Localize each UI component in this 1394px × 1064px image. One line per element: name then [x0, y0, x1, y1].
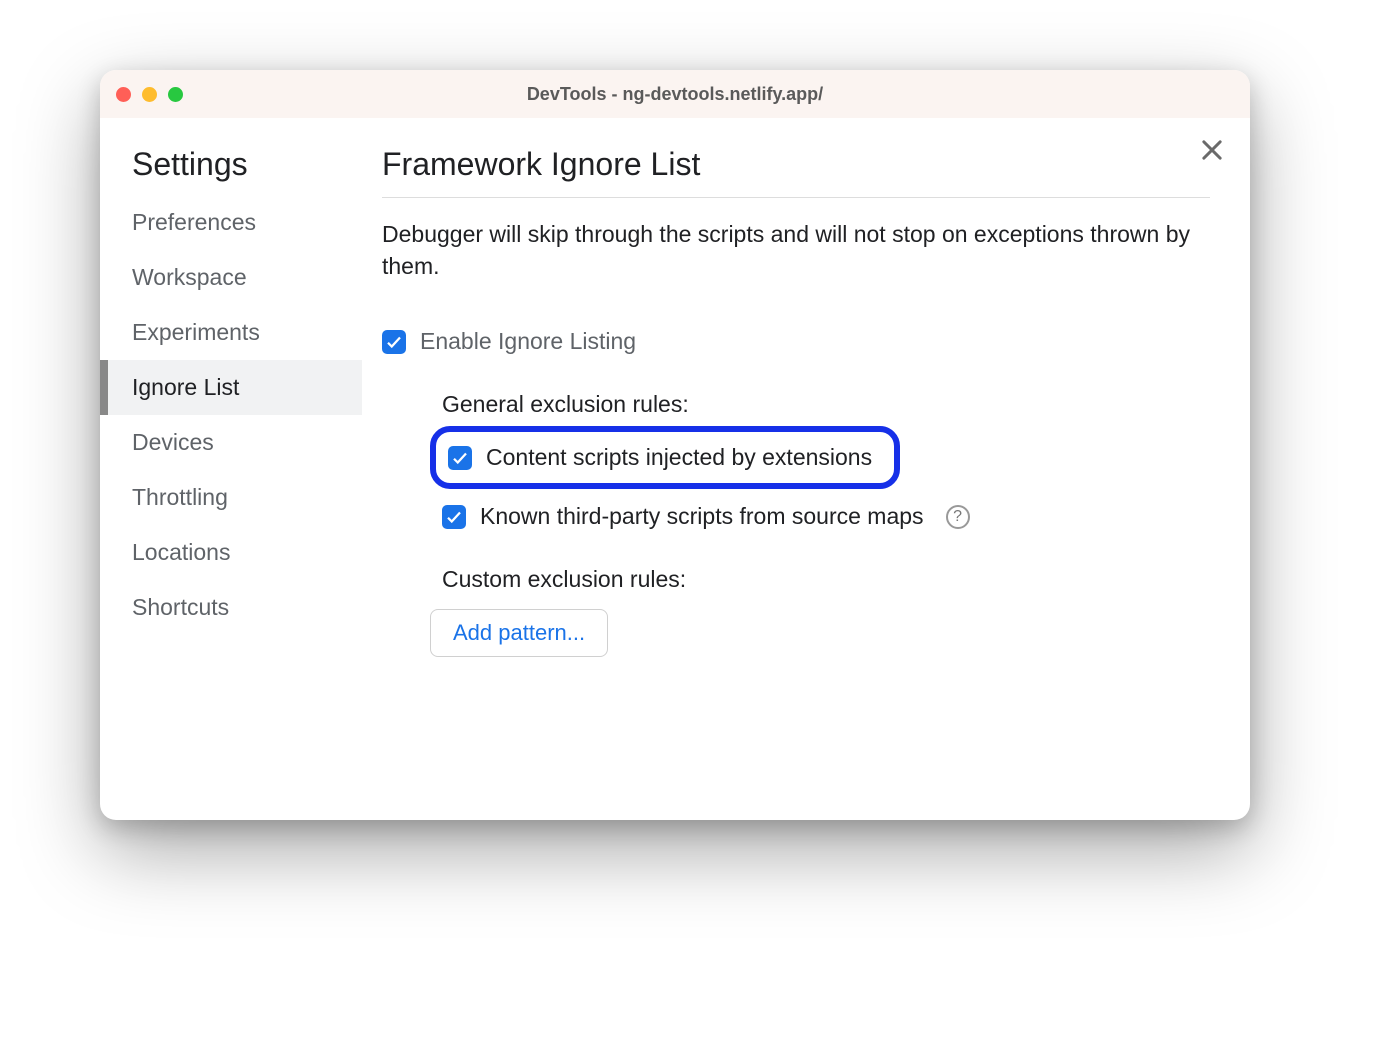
settings-body: Settings Preferences Workspace Experimen…	[100, 118, 1250, 820]
close-icon[interactable]	[1198, 136, 1226, 164]
sidebar-item-locations[interactable]: Locations	[100, 525, 362, 580]
general-rules-label: General exclusion rules:	[442, 391, 1210, 418]
window-close-button[interactable]	[116, 87, 131, 102]
titlebar: DevTools - ng-devtools.netlify.app/	[100, 70, 1250, 118]
rule-content-scripts-row: Content scripts injected by extensions	[430, 426, 900, 489]
window-title: DevTools - ng-devtools.netlify.app/	[100, 84, 1250, 105]
window-maximize-button[interactable]	[168, 87, 183, 102]
sidebar-item-workspace[interactable]: Workspace	[100, 250, 362, 305]
enable-ignore-listing-label: Enable Ignore Listing	[420, 328, 636, 355]
sidebar-item-shortcuts[interactable]: Shortcuts	[100, 580, 362, 635]
window-minimize-button[interactable]	[142, 87, 157, 102]
sidebar-item-ignore-list[interactable]: Ignore List	[100, 360, 362, 415]
page-title: Framework Ignore List	[382, 146, 1210, 198]
page-description: Debugger will skip through the scripts a…	[382, 218, 1210, 282]
enable-ignore-listing-checkbox[interactable]	[382, 330, 406, 354]
enable-ignore-listing-row: Enable Ignore Listing	[382, 328, 1210, 355]
rule-content-scripts-label: Content scripts injected by extensions	[486, 444, 872, 471]
settings-sidebar: Settings Preferences Workspace Experimen…	[100, 118, 362, 820]
sidebar-item-preferences[interactable]: Preferences	[100, 195, 362, 250]
rule-third-party-label: Known third-party scripts from source ma…	[480, 503, 924, 530]
devtools-window: DevTools - ng-devtools.netlify.app/ Sett…	[100, 70, 1250, 820]
custom-rules-label: Custom exclusion rules:	[442, 566, 1210, 593]
settings-main: Framework Ignore List Debugger will skip…	[362, 118, 1250, 820]
sidebar-item-throttling[interactable]: Throttling	[100, 470, 362, 525]
add-pattern-button[interactable]: Add pattern...	[430, 609, 608, 657]
rule-content-scripts-checkbox[interactable]	[448, 446, 472, 470]
sidebar-title: Settings	[100, 146, 362, 195]
help-icon[interactable]: ?	[946, 505, 970, 529]
sidebar-item-experiments[interactable]: Experiments	[100, 305, 362, 360]
rule-third-party-checkbox[interactable]	[442, 505, 466, 529]
traffic-lights	[116, 87, 183, 102]
sidebar-item-devices[interactable]: Devices	[100, 415, 362, 470]
rule-third-party-row: Known third-party scripts from source ma…	[442, 503, 1210, 530]
